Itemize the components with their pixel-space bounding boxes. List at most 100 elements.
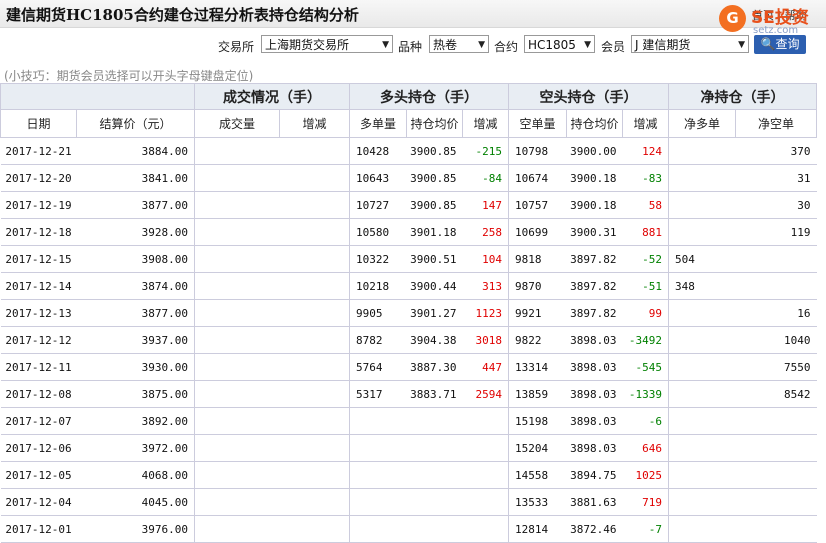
query-button-label: 查询 (775, 37, 800, 51)
cell-short-avg: 3881.63 (566, 488, 623, 516)
cell-short-chg: -1339 (622, 380, 669, 408)
cell-long: 5764 (349, 353, 407, 381)
col-header-net-long[interactable]: 净多单 (668, 109, 736, 138)
cell-net-long (668, 434, 736, 462)
col-header-long[interactable]: 多单量 (349, 109, 407, 138)
member-select[interactable]: J 建信期货 ▼ (631, 35, 749, 53)
cell-long-avg: 3904.38 (406, 326, 463, 354)
cell-vol (194, 407, 280, 435)
column-header-row: 日期 结算价（元） 成交量 增减 多单量 持仓均价 增减 空单量 持仓均价 增减… (0, 109, 817, 138)
cell-vol (194, 434, 280, 462)
query-button[interactable]: 🔍查询 (754, 35, 806, 54)
cell-long-avg (406, 434, 463, 462)
col-header-settle-price[interactable]: 结算价（元） (76, 109, 195, 138)
contract-select[interactable]: HC1805 ▼ (524, 35, 595, 53)
cell-date: 2017-12-13 (0, 299, 77, 327)
cell-long-avg (406, 461, 463, 489)
cell-date: 2017-12-15 (0, 245, 77, 273)
cell-long-chg (462, 488, 509, 516)
site-logo[interactable]: G SE投资 setz.com (717, 1, 823, 39)
cell-vol-chg (279, 137, 350, 165)
cell-long-avg: 3887.30 (406, 353, 463, 381)
table-row: 2017-12-19 3877.00 10727 3900.85 147 10757 390… (0, 191, 817, 219)
chevron-down-icon: ▼ (478, 40, 485, 50)
cell-long-avg (406, 515, 463, 543)
cell-long-chg: -84 (462, 164, 509, 192)
title-bar: 建信期货HC1805合约建仓过程分析表持仓结构分析 首页 | 帮助 (0, 0, 826, 28)
col-header-volume-change[interactable]: 增减 (279, 109, 350, 138)
cell-short: 14558 (508, 461, 567, 489)
col-header-long-avg[interactable]: 持仓均价 (406, 109, 463, 138)
cell-net-short (735, 488, 817, 516)
cell-vol-chg (279, 299, 350, 327)
cell-vol (194, 137, 280, 165)
cell-long-avg (406, 488, 463, 516)
cell-vol-chg (279, 380, 350, 408)
exchange-label: 交易所 (218, 40, 255, 54)
cell-long: 9905 (349, 299, 407, 327)
net-group-header: 净持仓（手） (668, 83, 817, 110)
cell-short-chg: 881 (622, 218, 669, 246)
cell-vol (194, 380, 280, 408)
table-row: 2017-12-11 3930.00 5764 3887.30 447 13314 3898… (0, 353, 817, 381)
cell-net-long (668, 353, 736, 381)
cell-long-chg: -215 (462, 137, 509, 165)
cell-short-chg: 124 (622, 137, 669, 165)
cell-net-long (668, 191, 736, 219)
cell-long-chg (462, 434, 509, 462)
cell-vol-chg (279, 461, 350, 489)
table-row: 2017-12-07 3892.00 15198 3898.03 -6 (0, 407, 817, 435)
cell-short-chg: 646 (622, 434, 669, 462)
cell-short: 10798 (508, 137, 567, 165)
cell-price: 3874.00 (76, 272, 195, 300)
cell-price: 3908.00 (76, 245, 195, 273)
cell-date: 2017-12-18 (0, 218, 77, 246)
col-header-net-short[interactable]: 净空单 (735, 109, 817, 138)
col-header-short-avg[interactable]: 持仓均价 (566, 109, 623, 138)
cell-price: 3877.00 (76, 299, 195, 327)
col-header-short[interactable]: 空单量 (508, 109, 567, 138)
cell-net-short (735, 272, 817, 300)
cell-short-avg: 3898.03 (566, 407, 623, 435)
cell-short-avg: 3900.18 (566, 191, 623, 219)
cell-net-long (668, 326, 736, 354)
variety-select[interactable]: 热卷 ▼ (429, 35, 489, 53)
table-row: 2017-12-12 3937.00 8782 3904.38 3018 9822 3898… (0, 326, 817, 354)
cell-vol (194, 515, 280, 543)
cell-long (349, 461, 407, 489)
exchange-select[interactable]: 上海期货交易所 ▼ (261, 35, 393, 53)
cell-short-avg: 3900.18 (566, 164, 623, 192)
cell-net-long (668, 299, 736, 327)
cell-short-chg: -545 (622, 353, 669, 381)
cell-net-long (668, 137, 736, 165)
cell-short-avg: 3898.03 (566, 434, 623, 462)
cell-net-short (735, 461, 817, 489)
cell-price: 4045.00 (76, 488, 195, 516)
col-header-volume[interactable]: 成交量 (194, 109, 280, 138)
cell-long-chg: 447 (462, 353, 509, 381)
table-row: 2017-12-01 3976.00 12814 3872.46 -7 (0, 515, 817, 543)
group-header-row: 成交情况（手） 多头持仓（手） 空头持仓（手） 净持仓（手） (0, 83, 817, 110)
cell-short: 10674 (508, 164, 567, 192)
cell-date: 2017-12-07 (0, 407, 77, 435)
col-header-long-change[interactable]: 增减 (462, 109, 509, 138)
cell-price: 3877.00 (76, 191, 195, 219)
cell-net-long (668, 488, 736, 516)
cell-long: 10643 (349, 164, 407, 192)
cell-short-chg: -83 (622, 164, 669, 192)
cell-short-avg: 3897.82 (566, 299, 623, 327)
cell-short-chg: -3492 (622, 326, 669, 354)
table-row: 2017-12-06 3972.00 15204 3898.03 646 (0, 434, 817, 462)
search-icon: 🔍 (760, 37, 776, 51)
blank-group-header (0, 83, 195, 110)
cell-short: 9921 (508, 299, 567, 327)
cell-short-avg: 3898.03 (566, 353, 623, 381)
cell-net-short (735, 245, 817, 273)
col-header-short-change[interactable]: 增减 (622, 109, 669, 138)
cell-short: 9870 (508, 272, 567, 300)
cell-short-chg: -7 (622, 515, 669, 543)
cell-date: 2017-12-11 (0, 353, 77, 381)
cell-vol-chg (279, 164, 350, 192)
cell-vol (194, 272, 280, 300)
col-header-date[interactable]: 日期 (0, 109, 77, 138)
